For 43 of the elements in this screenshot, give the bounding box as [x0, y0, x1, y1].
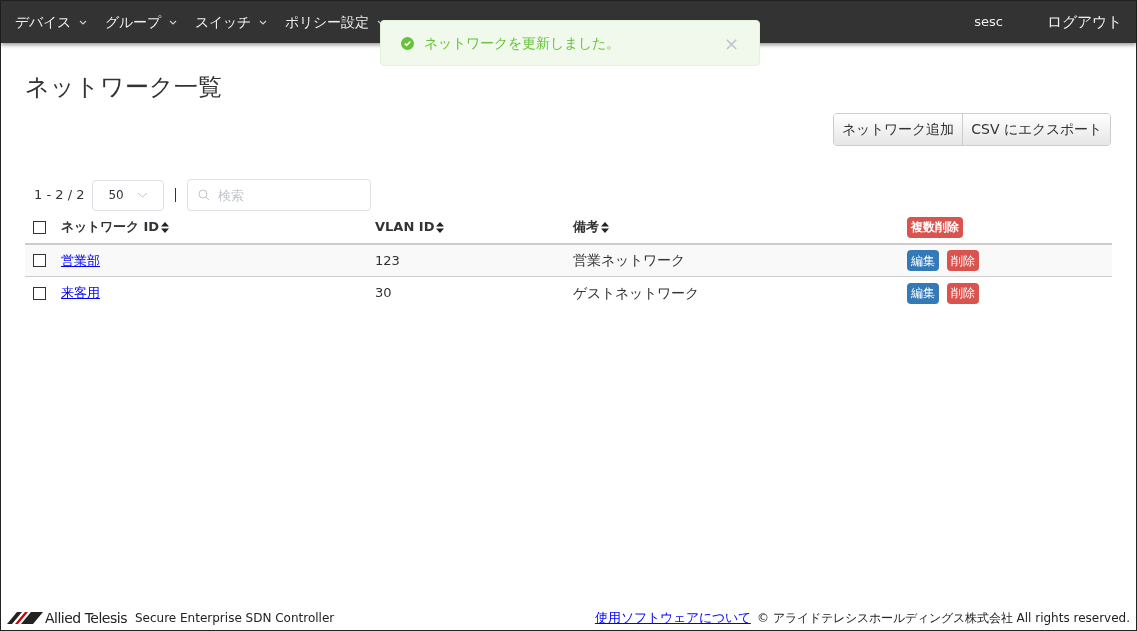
sort-icon: [601, 221, 609, 233]
vlan-id: 30: [375, 285, 392, 301]
network-link[interactable]: 来客用: [61, 285, 100, 301]
column-header[interactable]: 備考: [573, 217, 907, 237]
sort-icon: [436, 221, 445, 233]
note-text: 営業ネットワーク: [573, 252, 685, 268]
page-title: ネットワーク一覧: [25, 72, 223, 103]
logout-link[interactable]: ログアウト: [1047, 10, 1122, 34]
search-icon: [198, 189, 211, 201]
nav-menu[interactable]: デバイス: [15, 11, 87, 33]
brand-name: Allied Telesis: [45, 608, 127, 628]
page-size-select[interactable]: 50: [92, 179, 165, 211]
result-count: 1 - 2 / 2: [34, 186, 85, 205]
toast-message: ネットワークを更新しました。: [424, 33, 621, 53]
product-name: Secure Enterprise SDN Controller: [134, 610, 335, 627]
caret-icon: [169, 19, 177, 25]
vlan-id: 123: [375, 252, 400, 268]
caret-icon: [79, 19, 87, 25]
edit-button[interactable]: 編集: [907, 250, 939, 271]
delete-button[interactable]: 削除: [947, 250, 979, 271]
edit-button[interactable]: 編集: [907, 282, 939, 304]
export-button[interactable]: CSV にエクスポート: [962, 114, 1110, 145]
column-header[interactable]: ネットワーク ID: [61, 217, 375, 237]
sort-icon: [161, 221, 170, 233]
bulk-delete-button[interactable]: 複数削除: [907, 216, 963, 238]
chevron-icon: [137, 192, 149, 198]
logo-icon: [7, 612, 43, 624]
note-text: ゲストネットワーク: [573, 284, 699, 301]
checkbox[interactable]: [33, 254, 46, 267]
user-name: sesc: [974, 13, 1003, 32]
copyright-text: © アライドテレシスホールディングス株式会社 All rights reserved.: [756, 610, 1130, 627]
check-circle-icon: [401, 36, 414, 50]
column-header[interactable]: VLAN ID: [375, 217, 573, 237]
nav-menu[interactable]: グループ: [105, 11, 177, 33]
checkbox[interactable]: [33, 286, 46, 300]
add-button[interactable]: ネットワーク追加: [834, 114, 963, 145]
caret-icon: [259, 19, 267, 25]
nav-menu[interactable]: スイッチ: [195, 11, 267, 33]
search-field[interactable]: 検索: [187, 179, 372, 211]
network-link[interactable]: 営業部: [61, 252, 100, 268]
software-link[interactable]: 使用ソフトウェアについて: [594, 608, 751, 628]
checkbox[interactable]: [33, 220, 46, 234]
delete-button[interactable]: 削除: [947, 282, 979, 304]
